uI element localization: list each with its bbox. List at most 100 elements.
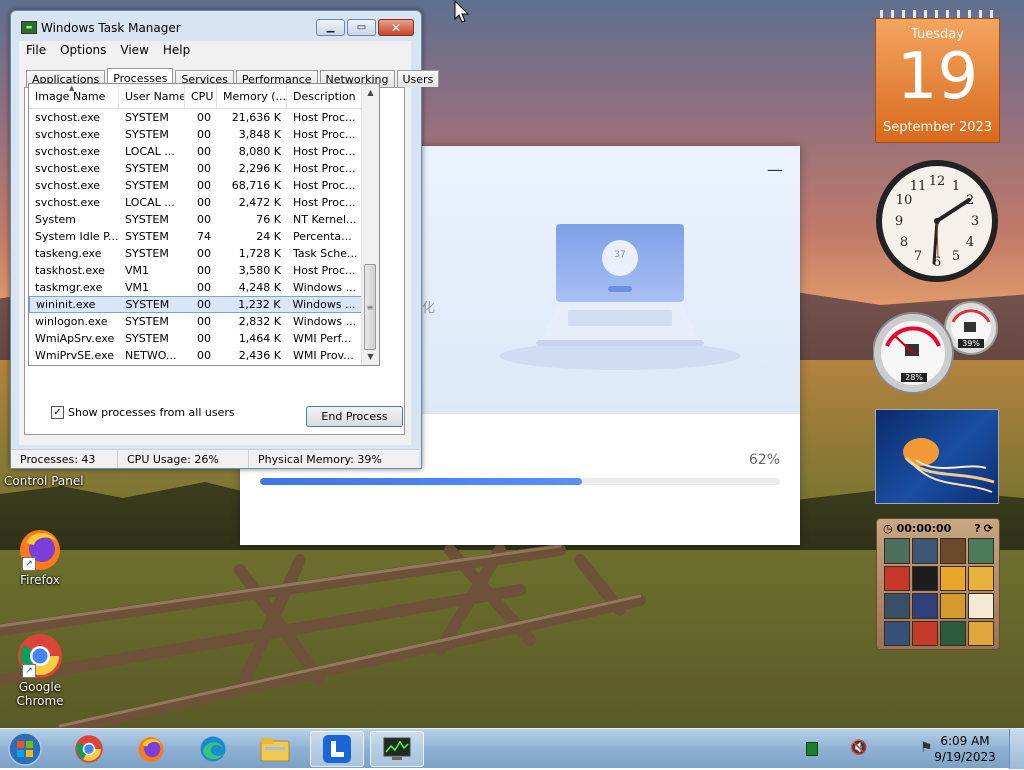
end-process-button[interactable]: End Process: [306, 406, 403, 427]
scroll-down-icon[interactable]: ▼: [362, 348, 379, 365]
puzzle-tile[interactable]: [968, 565, 994, 591]
installer-minimize-button[interactable]: —: [767, 160, 783, 179]
puzzle-tile[interactable]: [940, 565, 966, 591]
menu-bar: File Options View Help: [19, 41, 411, 61]
puzzle-tile[interactable]: [940, 620, 966, 646]
puzzle-tile[interactable]: [912, 565, 938, 591]
tab-users[interactable]: Users: [396, 70, 440, 87]
process-row[interactable]: taskhost.exe VM1 00 3,580 K Host Proc...: [29, 262, 362, 279]
process-row[interactable]: taskeng.exe SYSTEM 00 1,728 K Task Sche...: [29, 245, 362, 262]
puzzle-tile[interactable]: [940, 593, 966, 619]
puzzle-tile[interactable]: [912, 593, 938, 619]
show-all-users-option[interactable]: ✓ Show processes from all users: [51, 406, 235, 419]
column-header-user-name[interactable]: User Name: [119, 84, 185, 108]
puzzle-tile[interactable]: [968, 620, 994, 646]
process-cpu: 00: [197, 196, 211, 209]
puzzle-tile[interactable]: [884, 565, 910, 591]
puzzle-help-icon[interactable]: ?: [974, 522, 980, 535]
task-manager-window[interactable]: ▬ Windows Task Manager ▁ ▭ ✕ File Option…: [10, 10, 440, 469]
puzzle-tile[interactable]: [968, 538, 994, 564]
desktop-icon-chrome[interactable]: ↗ Google Chrome: [0, 632, 80, 708]
column-header-image-name[interactable]: ▲ Image Name: [29, 84, 119, 108]
maximize-icon: ▭: [356, 22, 367, 33]
desktop-icon-control-panel-label[interactable]: Control Panel: [4, 474, 84, 488]
process-row[interactable]: svchost.exe SYSTEM 00 21,636 K Host Proc...: [29, 109, 362, 126]
process-image-name: WmiPrvSE.exe: [35, 349, 115, 362]
calendar-face: Tuesday 19 September 2023: [875, 18, 1000, 143]
process-list-scrollbar[interactable]: ▲ ≡ ▼: [361, 84, 379, 365]
column-header-description[interactable]: Description: [287, 84, 362, 108]
close-button[interactable]: ✕: [378, 19, 414, 36]
status-bar: Processes: 43 CPU Usage: 26% Physical Me…: [11, 449, 419, 468]
tray-clock[interactable]: 6:09 AM 9/19/2023: [930, 733, 1000, 765]
column-label: Memory (...: [223, 89, 287, 103]
menu-options[interactable]: Options: [53, 41, 113, 61]
puzzle-tile[interactable]: [884, 620, 910, 646]
process-user-name: SYSTEM: [125, 247, 169, 260]
cpu-meter-gadget[interactable]: 28% 39%: [872, 298, 1003, 396]
process-description: WMI Prov...: [293, 349, 354, 362]
process-row[interactable]: svchost.exe SYSTEM 00 2,296 K Host Proc...: [29, 160, 362, 177]
tray-volume-muted-icon[interactable]: 🔇: [850, 740, 867, 756]
menu-file[interactable]: File: [19, 41, 53, 61]
svg-text:11: 11: [910, 179, 927, 194]
process-row[interactable]: WmiApSrv.exe SYSTEM 00 1,464 K WMI Perf...: [29, 330, 362, 347]
task-manager-titlebar[interactable]: ▬ Windows Task Manager ▁ ▭ ✕: [11, 11, 421, 41]
process-memory: 2,296 K: [238, 162, 281, 175]
process-row[interactable]: svchost.exe LOCAL ... 00 2,472 K Host Proc..…: [29, 194, 362, 211]
process-cpu: 00: [197, 162, 211, 175]
show-all-users-checkbox[interactable]: ✓: [51, 406, 64, 419]
taskbar-task-manager-button[interactable]: [370, 731, 424, 767]
process-row[interactable]: WmiPrvSE.exe NETWO... 00 2,436 K WMI Prov...: [29, 347, 362, 364]
puzzle-tile[interactable]: [884, 538, 910, 564]
puzzle-tile[interactable]: [912, 620, 938, 646]
process-row[interactable]: svchost.exe SYSTEM 00 3,848 K Host Proc...: [29, 126, 362, 143]
taskbar-explorer-button[interactable]: [248, 731, 302, 767]
process-row[interactable]: svchost.exe LOCAL ... 00 8,080 K Host Proc..…: [29, 143, 362, 160]
taskbar-chrome-button[interactable]: [62, 731, 116, 767]
puzzle-tile[interactable]: [968, 593, 994, 619]
puzzle-tile[interactable]: [884, 593, 910, 619]
process-user-name: SYSTEM: [125, 315, 169, 328]
windows-logo-icon: [8, 732, 42, 766]
puzzle-tile[interactable]: [912, 538, 938, 564]
process-description: Windows ...: [292, 298, 356, 311]
process-image-name: taskmgr.exe: [35, 281, 103, 294]
puzzle-shuffle-icon[interactable]: ⟳: [984, 522, 993, 535]
menu-view[interactable]: View: [113, 41, 155, 61]
menu-help[interactable]: Help: [156, 41, 197, 61]
taskbar-firefox-button[interactable]: [124, 731, 178, 767]
process-list[interactable]: ▲ Image Name User Name CPU Memory (... D…: [28, 83, 380, 366]
scrollbar-thumb[interactable]: ≡: [364, 264, 376, 350]
taskbar-edge-button[interactable]: [186, 731, 240, 767]
picture-puzzle-gadget[interactable]: ◷ 00:00:00 ? ⟳: [876, 518, 1000, 650]
desktop-icon-firefox[interactable]: ↗ Firefox: [0, 525, 80, 587]
process-row[interactable]: System Idle P... SYSTEM 74 24 K Percenta...: [29, 228, 362, 245]
clock-gadget[interactable]: 1212 345 678 91011: [874, 158, 1000, 284]
tray-time: 6:09 AM: [940, 734, 990, 748]
column-label: CPU: [191, 89, 214, 103]
maximize-button[interactable]: ▭: [347, 19, 376, 36]
process-row[interactable]: taskmgr.exe VM1 00 4,248 K Windows ...: [29, 279, 362, 296]
process-row[interactable]: svchost.exe SYSTEM 00 68,716 K Host Proc...: [29, 177, 362, 194]
scroll-up-icon[interactable]: ▲: [362, 84, 379, 101]
column-header-cpu[interactable]: CPU: [185, 84, 217, 108]
show-desktop-button[interactable]: [1009, 729, 1024, 769]
process-row[interactable]: winlogon.exe SYSTEM 00 2,832 K Windows ...: [29, 313, 362, 330]
puzzle-grid[interactable]: [884, 538, 994, 646]
calendar-gadget[interactable]: Tuesday 19 September 2023: [875, 10, 1000, 143]
puzzle-toolbar: ◷ 00:00:00 ? ⟳: [877, 519, 999, 537]
tray-task-manager-icon[interactable]: [806, 742, 818, 756]
process-description: Host Proc...: [293, 128, 356, 141]
column-header-memory[interactable]: Memory (...: [217, 84, 287, 108]
cpu-meter-value: 28%: [901, 373, 927, 382]
slideshow-gadget[interactable]: [875, 409, 999, 504]
start-button[interactable]: [6, 731, 44, 767]
puzzle-tile[interactable]: [940, 538, 966, 564]
process-row[interactable]: wininit.exe SYSTEM 00 1,232 K Windows ...: [29, 296, 362, 313]
process-user-name: SYSTEM: [125, 230, 169, 243]
minimize-button[interactable]: ▁: [316, 19, 345, 36]
taskbar-installer-button[interactable]: [310, 731, 364, 767]
process-description: Windows ...: [293, 315, 357, 328]
process-row[interactable]: System SYSTEM 00 76 K NT Kernel...: [29, 211, 362, 228]
